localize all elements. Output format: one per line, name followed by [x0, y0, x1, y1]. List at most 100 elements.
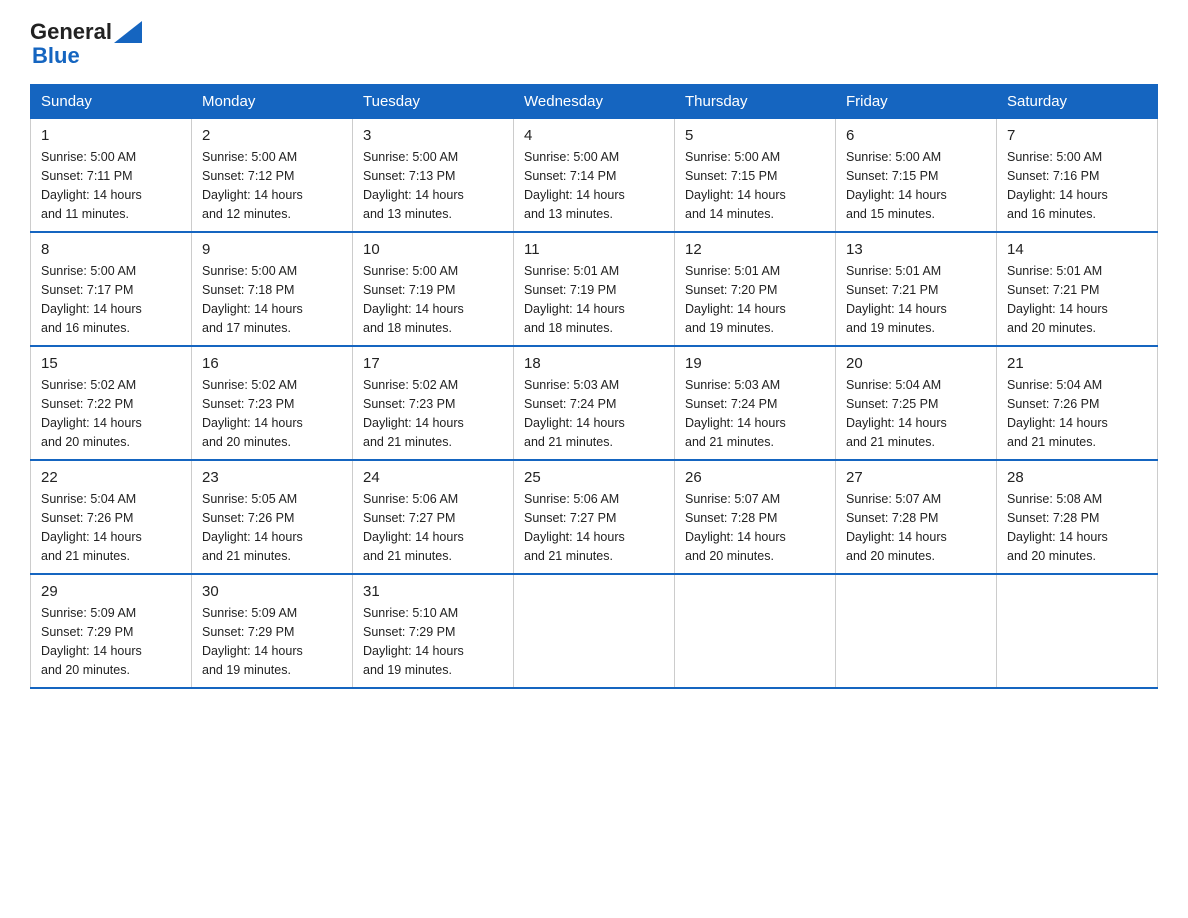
column-header-saturday: Saturday	[997, 85, 1158, 119]
page-header: General Blue	[30, 20, 1158, 68]
day-info: Sunrise: 5:08 AMSunset: 7:28 PMDaylight:…	[1007, 492, 1108, 562]
column-header-monday: Monday	[192, 85, 353, 119]
logo: General Blue	[30, 20, 142, 68]
column-header-sunday: Sunday	[31, 85, 192, 119]
day-info: Sunrise: 5:02 AMSunset: 7:23 PMDaylight:…	[202, 378, 303, 448]
calendar-cell: 22 Sunrise: 5:04 AMSunset: 7:26 PMDaylig…	[31, 460, 192, 574]
day-number: 11	[524, 241, 664, 258]
day-number: 23	[202, 469, 342, 486]
day-info: Sunrise: 5:01 AMSunset: 7:19 PMDaylight:…	[524, 264, 625, 334]
day-number: 2	[202, 127, 342, 144]
calendar-cell: 7 Sunrise: 5:00 AMSunset: 7:16 PMDayligh…	[997, 119, 1158, 233]
day-number: 26	[685, 469, 825, 486]
calendar-cell: 11 Sunrise: 5:01 AMSunset: 7:19 PMDaylig…	[514, 232, 675, 346]
day-number: 10	[363, 241, 503, 258]
day-number: 4	[524, 127, 664, 144]
day-info: Sunrise: 5:04 AMSunset: 7:25 PMDaylight:…	[846, 378, 947, 448]
day-number: 20	[846, 355, 986, 372]
day-number: 9	[202, 241, 342, 258]
calendar-week-row: 8 Sunrise: 5:00 AMSunset: 7:17 PMDayligh…	[31, 232, 1158, 346]
calendar-cell: 8 Sunrise: 5:00 AMSunset: 7:17 PMDayligh…	[31, 232, 192, 346]
day-info: Sunrise: 5:09 AMSunset: 7:29 PMDaylight:…	[41, 606, 142, 676]
day-number: 19	[685, 355, 825, 372]
calendar-cell: 3 Sunrise: 5:00 AMSunset: 7:13 PMDayligh…	[353, 119, 514, 233]
day-info: Sunrise: 5:01 AMSunset: 7:21 PMDaylight:…	[846, 264, 947, 334]
day-info: Sunrise: 5:00 AMSunset: 7:12 PMDaylight:…	[202, 150, 303, 220]
calendar-cell: 25 Sunrise: 5:06 AMSunset: 7:27 PMDaylig…	[514, 460, 675, 574]
logo-general-text: General	[30, 20, 112, 44]
calendar-cell: 14 Sunrise: 5:01 AMSunset: 7:21 PMDaylig…	[997, 232, 1158, 346]
calendar-cell: 10 Sunrise: 5:00 AMSunset: 7:19 PMDaylig…	[353, 232, 514, 346]
calendar-cell: 27 Sunrise: 5:07 AMSunset: 7:28 PMDaylig…	[836, 460, 997, 574]
calendar-cell: 17 Sunrise: 5:02 AMSunset: 7:23 PMDaylig…	[353, 346, 514, 460]
day-number: 18	[524, 355, 664, 372]
day-info: Sunrise: 5:00 AMSunset: 7:18 PMDaylight:…	[202, 264, 303, 334]
day-number: 12	[685, 241, 825, 258]
day-number: 17	[363, 355, 503, 372]
day-info: Sunrise: 5:00 AMSunset: 7:14 PMDaylight:…	[524, 150, 625, 220]
calendar-cell: 9 Sunrise: 5:00 AMSunset: 7:18 PMDayligh…	[192, 232, 353, 346]
day-info: Sunrise: 5:02 AMSunset: 7:23 PMDaylight:…	[363, 378, 464, 448]
calendar-cell: 6 Sunrise: 5:00 AMSunset: 7:15 PMDayligh…	[836, 119, 997, 233]
calendar-cell: 21 Sunrise: 5:04 AMSunset: 7:26 PMDaylig…	[997, 346, 1158, 460]
calendar-cell	[514, 574, 675, 688]
calendar-table: SundayMondayTuesdayWednesdayThursdayFrid…	[30, 84, 1158, 689]
column-header-thursday: Thursday	[675, 85, 836, 119]
calendar-cell: 29 Sunrise: 5:09 AMSunset: 7:29 PMDaylig…	[31, 574, 192, 688]
calendar-cell	[675, 574, 836, 688]
day-info: Sunrise: 5:02 AMSunset: 7:22 PMDaylight:…	[41, 378, 142, 448]
calendar-cell: 4 Sunrise: 5:00 AMSunset: 7:14 PMDayligh…	[514, 119, 675, 233]
day-info: Sunrise: 5:00 AMSunset: 7:13 PMDaylight:…	[363, 150, 464, 220]
column-header-friday: Friday	[836, 85, 997, 119]
day-info: Sunrise: 5:07 AMSunset: 7:28 PMDaylight:…	[685, 492, 786, 562]
logo-triangle-icon	[114, 21, 142, 43]
day-info: Sunrise: 5:01 AMSunset: 7:20 PMDaylight:…	[685, 264, 786, 334]
day-number: 29	[41, 583, 181, 600]
calendar-cell: 19 Sunrise: 5:03 AMSunset: 7:24 PMDaylig…	[675, 346, 836, 460]
day-number: 15	[41, 355, 181, 372]
calendar-cell: 12 Sunrise: 5:01 AMSunset: 7:20 PMDaylig…	[675, 232, 836, 346]
day-number: 25	[524, 469, 664, 486]
calendar-week-row: 22 Sunrise: 5:04 AMSunset: 7:26 PMDaylig…	[31, 460, 1158, 574]
calendar-cell: 20 Sunrise: 5:04 AMSunset: 7:25 PMDaylig…	[836, 346, 997, 460]
day-number: 16	[202, 355, 342, 372]
calendar-cell: 15 Sunrise: 5:02 AMSunset: 7:22 PMDaylig…	[31, 346, 192, 460]
day-info: Sunrise: 5:03 AMSunset: 7:24 PMDaylight:…	[524, 378, 625, 448]
calendar-cell: 5 Sunrise: 5:00 AMSunset: 7:15 PMDayligh…	[675, 119, 836, 233]
calendar-cell	[836, 574, 997, 688]
day-info: Sunrise: 5:10 AMSunset: 7:29 PMDaylight:…	[363, 606, 464, 676]
day-info: Sunrise: 5:00 AMSunset: 7:11 PMDaylight:…	[41, 150, 142, 220]
calendar-cell: 31 Sunrise: 5:10 AMSunset: 7:29 PMDaylig…	[353, 574, 514, 688]
calendar-cell: 1 Sunrise: 5:00 AMSunset: 7:11 PMDayligh…	[31, 119, 192, 233]
logo-blue-text: Blue	[32, 44, 142, 68]
calendar-cell: 24 Sunrise: 5:06 AMSunset: 7:27 PMDaylig…	[353, 460, 514, 574]
day-number: 1	[41, 127, 181, 144]
day-info: Sunrise: 5:00 AMSunset: 7:15 PMDaylight:…	[685, 150, 786, 220]
day-info: Sunrise: 5:06 AMSunset: 7:27 PMDaylight:…	[363, 492, 464, 562]
day-info: Sunrise: 5:01 AMSunset: 7:21 PMDaylight:…	[1007, 264, 1108, 334]
day-number: 14	[1007, 241, 1147, 258]
day-number: 27	[846, 469, 986, 486]
day-number: 7	[1007, 127, 1147, 144]
calendar-cell	[997, 574, 1158, 688]
day-number: 22	[41, 469, 181, 486]
day-info: Sunrise: 5:00 AMSunset: 7:15 PMDaylight:…	[846, 150, 947, 220]
calendar-cell: 13 Sunrise: 5:01 AMSunset: 7:21 PMDaylig…	[836, 232, 997, 346]
day-info: Sunrise: 5:09 AMSunset: 7:29 PMDaylight:…	[202, 606, 303, 676]
day-number: 6	[846, 127, 986, 144]
calendar-week-row: 29 Sunrise: 5:09 AMSunset: 7:29 PMDaylig…	[31, 574, 1158, 688]
day-number: 30	[202, 583, 342, 600]
calendar-header-row: SundayMondayTuesdayWednesdayThursdayFrid…	[31, 85, 1158, 119]
day-number: 28	[1007, 469, 1147, 486]
column-header-tuesday: Tuesday	[353, 85, 514, 119]
day-info: Sunrise: 5:00 AMSunset: 7:17 PMDaylight:…	[41, 264, 142, 334]
day-info: Sunrise: 5:07 AMSunset: 7:28 PMDaylight:…	[846, 492, 947, 562]
day-number: 8	[41, 241, 181, 258]
day-number: 3	[363, 127, 503, 144]
calendar-cell: 2 Sunrise: 5:00 AMSunset: 7:12 PMDayligh…	[192, 119, 353, 233]
day-number: 13	[846, 241, 986, 258]
day-number: 24	[363, 469, 503, 486]
column-header-wednesday: Wednesday	[514, 85, 675, 119]
calendar-week-row: 15 Sunrise: 5:02 AMSunset: 7:22 PMDaylig…	[31, 346, 1158, 460]
day-number: 31	[363, 583, 503, 600]
